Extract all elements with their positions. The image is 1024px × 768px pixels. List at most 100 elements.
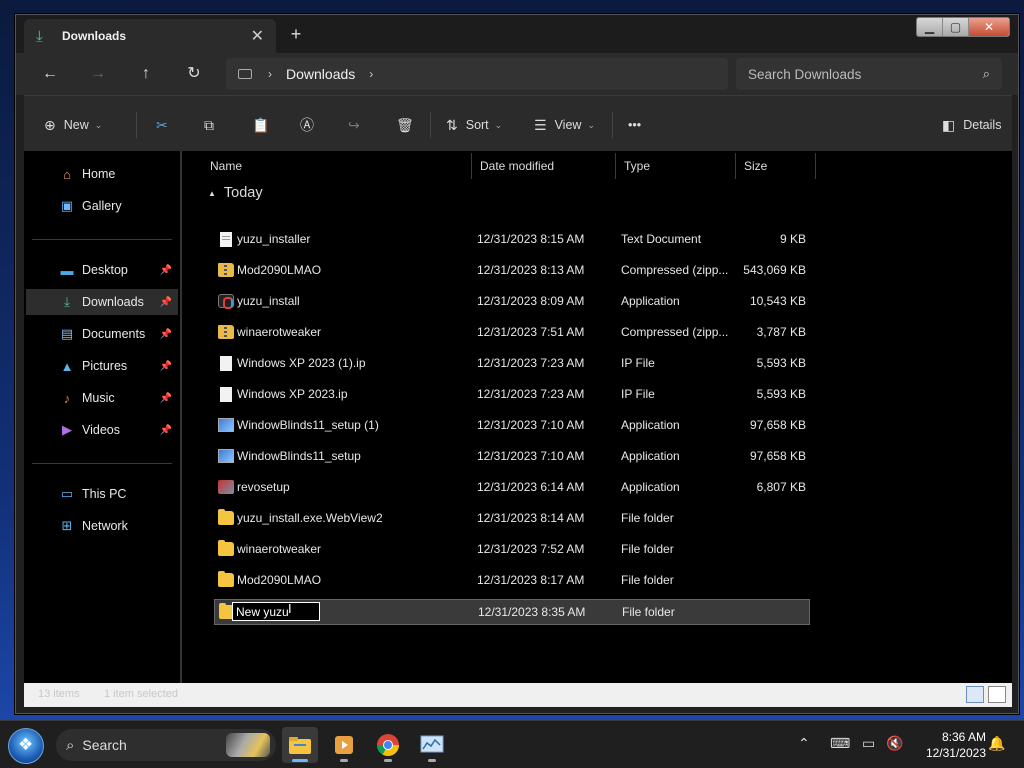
zip-folder-icon [218,263,234,277]
table-row[interactable]: winaerotweaker 12/31/2023 7:52 AM File fol… [214,536,810,562]
sidebar-item-network[interactable]: ⊞ Network [26,513,178,539]
taskbar-search[interactable]: ⌕ Search [56,729,276,761]
sidebar-item-music[interactable]: ♪ Music 📌 [26,385,178,411]
notification-bell-icon[interactable]: 🔔 [988,735,1005,752]
sidebar-item-videos[interactable]: ▶ Videos 📌 [26,417,178,443]
sidebar-item-documents[interactable]: ▤ Documents 📌 [26,321,178,347]
minimize-button[interactable]: ▁ [917,18,943,36]
volume-muted-icon[interactable]: 🔇 [886,735,903,752]
details-pane-button[interactable]: ◧ Details [942,114,1001,136]
column-header-size[interactable]: Size [736,153,816,179]
rename-button[interactable]: Ⓐ [300,114,322,136]
pin-icon[interactable]: 📌 [160,361,172,372]
group-header-today[interactable]: ▲ Today [208,185,263,201]
column-header-date[interactable]: Date modified [472,153,616,179]
table-row[interactable]: yuzu_install.exe.WebView2 12/31/2023 8:14… [214,505,810,531]
sidebar-item-label: Pictures [82,359,128,373]
address-bar[interactable]: › Downloads › [226,58,728,90]
chevron-right-icon[interactable]: › [268,67,272,81]
table-row[interactable]: WindowBlinds11_setup 12/31/2023 7:10 AM Ap… [214,443,810,469]
details-view-icon[interactable] [966,686,984,703]
refresh-icon[interactable]: ↻ [182,63,206,85]
file-size: 97,658 KB [749,449,806,463]
media-player-icon [335,736,353,754]
view-button[interactable]: ☰ View ⌄ [534,114,595,136]
tab-close-icon[interactable]: ✕ [251,26,264,46]
sidebar-item-label: Gallery [82,199,122,213]
delete-button[interactable]: 🗑 [396,114,422,136]
media-player-taskbar-button[interactable] [326,727,362,763]
table-row[interactable]: yuzu_installer 12/31/2023 8:15 AM Text Doc… [214,226,810,252]
table-row[interactable]: Mod2090LMAO 12/31/2023 8:13 AM Compressed … [214,257,810,283]
keyboard-icon[interactable]: ⌨ [830,735,850,752]
table-row[interactable]: yuzu_install 12/31/2023 8:09 AM Applicatio… [214,288,810,314]
display-icon[interactable]: ▭ [862,735,875,752]
column-header-name[interactable]: Name [202,153,472,179]
sort-button[interactable]: ⇅ Sort ⌄ [446,114,502,136]
file-name: yuzu_install.exe.WebView2 [237,511,383,525]
file-explorer-taskbar-button[interactable] [282,727,318,763]
pin-icon[interactable]: 📌 [160,297,172,308]
table-row[interactable]: Windows XP 2023.ip 12/31/2023 7:23 AM IP F… [214,381,810,407]
new-tab-button[interactable]: + [284,23,308,47]
file-date: 12/31/2023 7:10 AM [477,449,585,463]
breadcrumb-downloads[interactable]: Downloads [286,66,355,82]
back-arrow-icon[interactable]: ← [38,63,62,85]
search-input[interactable] [748,66,983,82]
chevron-down-icon: ⌄ [494,119,503,130]
new-button[interactable]: ⊕ New ⌄ [44,114,102,136]
sidebar-divider [32,463,172,464]
table-row-renaming[interactable]: I 12/31/2023 8:35 AM File folder [214,599,810,625]
application-icon [218,294,234,309]
pin-icon[interactable]: 📌 [160,329,172,340]
column-header-type[interactable]: Type [616,153,736,179]
command-bar: ⊕ New ⌄ ✂ ⧉ 📋 Ⓐ ↪ 🗑 ⇅ Sort ⌄ ☰ View ⌄ ••… [24,95,1012,151]
system-clock[interactable]: 8:36 AM 12/31/2023 [926,729,986,761]
chevron-down-icon: ⌄ [94,119,103,130]
sidebar-item-home[interactable]: ⌂ Home [26,161,178,187]
tab-downloads[interactable]: ⤓ Downloads ✕ [24,19,276,53]
sidebar-item-desktop[interactable]: ▬ Desktop 📌 [26,257,178,283]
pin-icon[interactable]: 📌 [160,425,172,436]
table-row[interactable]: revosetup 12/31/2023 6:14 AM Application 6,… [214,474,810,500]
sidebar-item-label: Documents [82,327,146,341]
desktop-icon: ▬ [60,262,74,278]
forward-arrow-icon[interactable]: → [86,63,110,85]
file-type: Application [621,480,680,494]
start-button[interactable] [8,728,44,764]
table-row[interactable]: Windows XP 2023 (1).ip 12/31/2023 7:23 AM… [214,350,810,376]
chevron-up-icon[interactable]: ⌃ [798,735,810,752]
table-row[interactable]: Mod2090LMAO 12/31/2023 8:17 AM File folder [214,567,810,593]
paste-button[interactable]: 📋 [252,114,277,136]
share-button[interactable]: ↪ [348,114,368,136]
file-type: Compressed (zipp... [621,325,729,339]
maximize-button[interactable]: ▢ [943,18,969,36]
sidebar-item-gallery[interactable]: ▣ Gallery [26,193,178,219]
table-row[interactable]: winaerotweaker 12/31/2023 7:51 AM Compress… [214,319,810,345]
cut-button[interactable]: ✂ [156,114,176,136]
rename-input[interactable] [232,602,320,621]
file-name: WindowBlinds11_setup (1) [237,418,379,432]
share-icon: ↪ [348,116,360,133]
sidebar-item-pictures[interactable]: ▲ Pictures 📌 [26,353,178,379]
more-options-button[interactable]: ••• [628,114,641,136]
music-icon: ♪ [63,390,71,406]
table-row[interactable]: WindowBlinds11_setup (1) 12/31/2023 7:10 … [214,412,810,438]
sidebar-divider [32,239,172,240]
search-icon[interactable]: ⌕ [983,66,990,82]
copy-button[interactable]: ⧉ [204,114,222,136]
chevron-right-icon[interactable]: › [369,67,373,81]
up-arrow-icon[interactable]: ↑ [134,63,158,85]
close-window-button[interactable]: ✕ [969,18,1009,36]
sidebar-item-this-pc[interactable]: ▭ This PC [26,481,178,507]
file-date: 12/31/2023 8:13 AM [477,263,585,277]
pin-icon[interactable]: 📌 [160,265,172,276]
file-size: 6,807 KB [756,480,806,494]
tiles-view-icon[interactable] [988,686,1006,703]
file-date: 12/31/2023 8:35 AM [478,605,586,619]
chrome-taskbar-button[interactable] [370,727,406,763]
search-box[interactable]: ⌕ [736,58,1002,90]
pin-icon[interactable]: 📌 [160,393,172,404]
sidebar-item-downloads[interactable]: ⤓ Downloads 📌 [26,289,178,315]
monitor-app-taskbar-button[interactable] [414,727,450,763]
